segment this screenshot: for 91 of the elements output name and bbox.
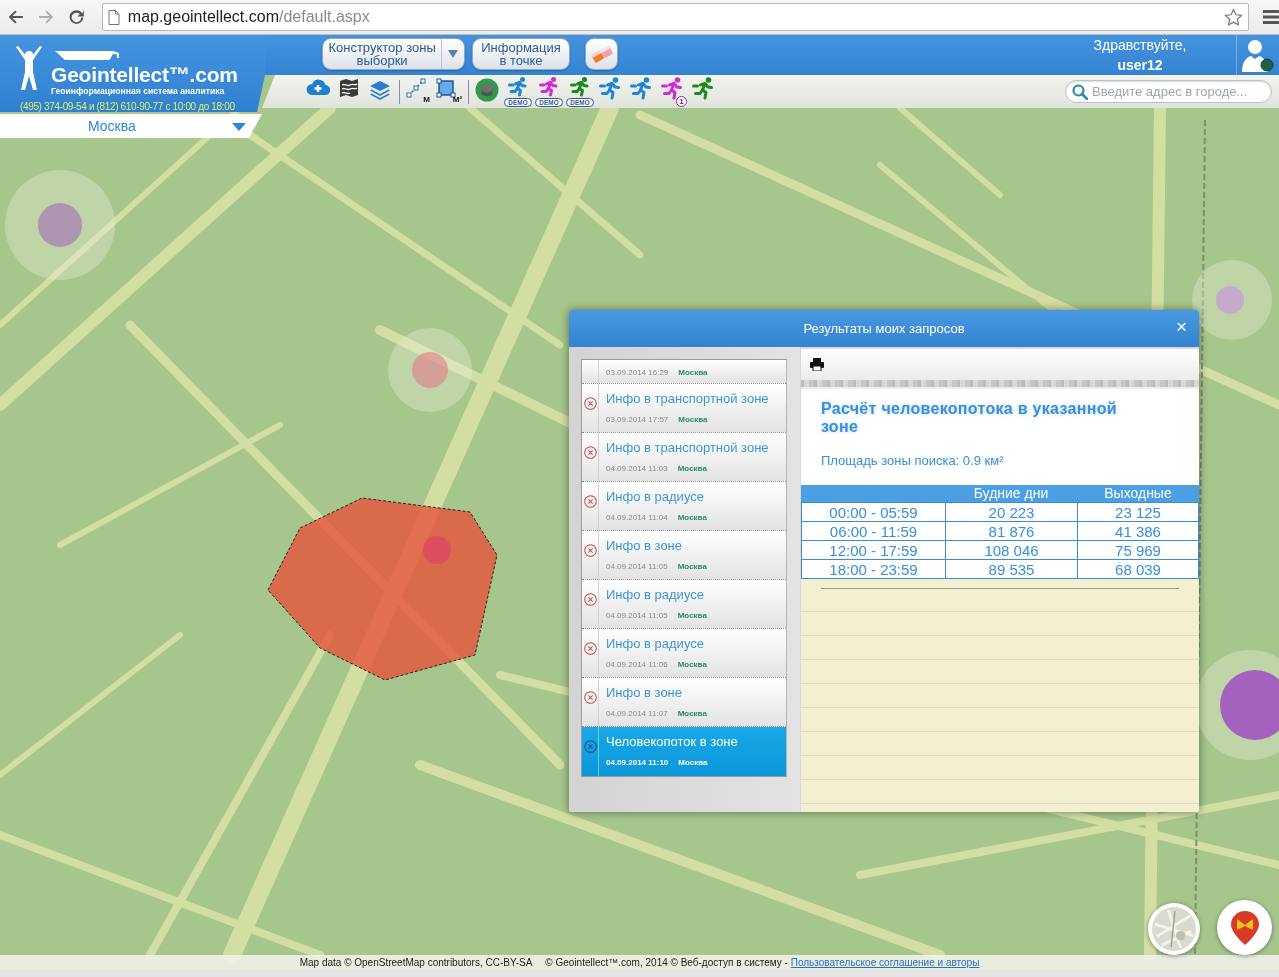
tool-button[interactable]: М [404, 76, 432, 107]
eraser-button[interactable] [585, 38, 618, 70]
tool-button[interactable]: М² [435, 76, 463, 107]
map-marker-icon [1230, 910, 1259, 945]
phone-text: (495) 374-09-54 и (812) 610-90-77 с 10:00 до 18:00 [20, 99, 236, 114]
area-measure-icon [435, 78, 456, 98]
request-city: Москва [677, 513, 707, 522]
delete-icon[interactable] [584, 691, 597, 705]
request-title: Инфо в зоне [606, 538, 684, 554]
eraser-icon [590, 45, 613, 63]
report-title: Расчёт человекопотока в указанной зоне [821, 400, 1118, 436]
logo-text: Geointellect™.com [51, 64, 238, 85]
delete-icon[interactable] [584, 740, 597, 754]
terms-link[interactable]: Пользовательское соглашение и авторы [790, 957, 980, 968]
back-icon[interactable] [8, 9, 24, 25]
request-item[interactable]: Инфо в транспортной зоне 03.09.2014 17:57 Москва [582, 384, 786, 433]
reload-icon[interactable] [67, 8, 85, 26]
print-icon[interactable] [810, 358, 824, 371]
request-date: 04.09.2014 11:06 [606, 660, 668, 669]
request-title: Инфо в радиусе [606, 587, 705, 603]
request-title: Инфо в транспортной зоне [606, 440, 769, 456]
request-date: 03.09.2014 16:29 [606, 368, 669, 377]
map-thumbnail-icon [1152, 907, 1196, 951]
request-item[interactable]: Инфо в транспортной зоне 04.09.2014 11:03 Москва [582, 433, 786, 482]
delete-icon[interactable] [584, 397, 597, 411]
request-title: Инфо в радиусе [606, 636, 705, 652]
request-date: 04.09.2014 11:07 [606, 709, 668, 718]
star-icon[interactable] [1224, 7, 1244, 27]
page-icon [107, 9, 120, 25]
user-avatar-icon[interactable] [1242, 38, 1274, 72]
request-city: Москва [677, 709, 707, 718]
request-city: Москва [678, 415, 708, 424]
greeting-text: Здравствуйте, [1092, 36, 1188, 55]
request-city: Москва [677, 660, 707, 669]
request-city: Москва [678, 368, 708, 377]
close-button[interactable]: × [1171, 317, 1191, 337]
request-date: 04.09.2014 11:05 [606, 562, 668, 571]
count-badge: 1 [676, 96, 687, 107]
caret-icon [448, 50, 459, 58]
city-dropdown[interactable]: Москва [0, 114, 262, 138]
table-cell: 20 223 [945, 502, 1078, 522]
folded-map-icon [339, 78, 359, 98]
address-bar[interactable]: map.geointellect.com/default.aspx [101, 3, 1250, 31]
request-title: Человекопоток в зоне [606, 734, 738, 750]
cloud-plus-icon [306, 78, 330, 96]
request-item[interactable]: 03.09.2014 16:29 Москва [582, 360, 786, 384]
delete-icon[interactable] [584, 446, 597, 460]
url-text: map.geointellect.com/default.aspx [127, 7, 370, 27]
delete-icon[interactable] [584, 593, 597, 607]
caret-icon [232, 123, 246, 131]
request-title: Инфо в зоне [606, 685, 684, 701]
time-range-cell: 00:00 - 05:59 [801, 502, 946, 522]
search-field[interactable]: Введите адрес в городе... [1065, 80, 1272, 103]
request-date: 04.09.2014 11:04 [606, 513, 668, 522]
area-text: Площадь зоны поиска: 0.9 км² [821, 452, 1005, 470]
column-header: Выходные [1103, 485, 1173, 502]
request-item[interactable]: Инфо в зоне 04.09.2014 11:07 Москва [582, 678, 786, 727]
point-info-button[interactable]: Информация в точке [472, 38, 570, 70]
column-header: Будние дни [972, 485, 1050, 502]
request-item[interactable]: Человекопоток в зоне 04.09.2014 11:10 Москва [582, 727, 786, 776]
graduation-cap-icon [475, 78, 499, 102]
request-date: 04.09.2014 11:03 [606, 464, 668, 473]
request-title: Инфо в транспортной зоне [606, 391, 769, 407]
logo-figure-icon [15, 45, 43, 91]
layers-icon [369, 78, 391, 100]
zone-builder-button[interactable]: Конструктор зоны выборки [322, 38, 465, 70]
attribution-text: Map data © OpenStreetMap contributors, CC-BY-SA [299, 956, 533, 970]
menu-icon[interactable] [1263, 10, 1279, 24]
request-city: Москва [677, 464, 707, 473]
request-item[interactable]: Инфо в радиусе 04.09.2014 11:06 Москва [582, 629, 786, 678]
username-text: user12 [1116, 56, 1164, 75]
request-date: 03.09.2014 17:57 [606, 415, 669, 424]
tagline-text: Геоинформационная система аналитика [51, 85, 226, 96]
request-item[interactable]: Инфо в радиусе 04.09.2014 11:05 Москва [582, 580, 786, 629]
table-cell: 23 125 [1077, 502, 1199, 522]
line-measure-icon [406, 78, 427, 98]
search-icon [1072, 83, 1088, 100]
copyright-text: © Geointellect™.com, 2014 © Веб-доступ в систему - Пользовательское соглашение и авторы [545, 956, 980, 970]
delete-icon[interactable] [584, 495, 597, 509]
delete-icon[interactable] [584, 544, 597, 558]
request-item[interactable]: Инфо в радиусе 04.09.2014 11:04 Москва [582, 482, 786, 531]
request-city: Москва [677, 562, 707, 571]
request-city: Москва [678, 758, 708, 767]
request-title: Инфо в радиусе [606, 489, 705, 505]
request-item[interactable]: Инфо в зоне 04.09.2014 11:05 Москва [582, 531, 786, 580]
dialog-title: Результаты моих запросов [803, 319, 965, 338]
request-date: 04.09.2014 11:05 [606, 611, 668, 620]
tool-button[interactable]: 1 [659, 76, 687, 107]
request-date: 04.09.2014 11:10 [606, 758, 669, 767]
delete-icon[interactable] [584, 642, 597, 656]
request-city: Москва [677, 611, 707, 620]
